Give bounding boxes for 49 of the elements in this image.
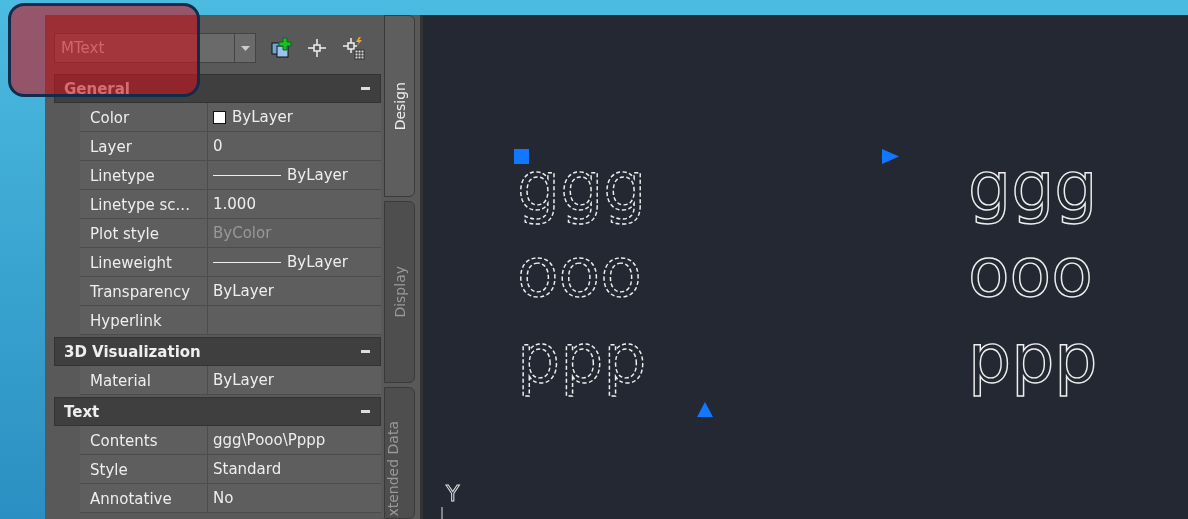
color-swatch-icon bbox=[213, 111, 226, 124]
quick-select-icon[interactable] bbox=[342, 36, 366, 60]
property-value[interactable]: ByLayer bbox=[208, 366, 381, 394]
section-title: Text bbox=[64, 402, 100, 421]
crosshair-icon[interactable] bbox=[306, 37, 328, 59]
property-label: Layer bbox=[80, 132, 208, 160]
property-label: Material bbox=[80, 366, 208, 394]
side-tab[interactable]: Display bbox=[384, 201, 415, 383]
side-tab[interactable]: xtended Data bbox=[384, 387, 415, 519]
grip-triangle-icon[interactable] bbox=[882, 149, 899, 164]
caret-icon bbox=[240, 45, 250, 51]
property-label: Plot style bbox=[80, 219, 208, 247]
section-header[interactable]: Text bbox=[54, 397, 381, 426]
mtext-line[interactable]: ppp bbox=[968, 319, 1098, 398]
mtext-line[interactable]: ooo bbox=[968, 233, 1093, 312]
property-label: Color bbox=[80, 103, 208, 131]
property-value[interactable]: No bbox=[208, 484, 381, 512]
ucs-axis-label: Y bbox=[446, 481, 460, 506]
property-value[interactable]: 1.000 bbox=[208, 190, 381, 218]
property-label: Annotative bbox=[80, 484, 208, 512]
add-selection-icon[interactable] bbox=[270, 37, 292, 59]
property-value[interactable]: ByLayer bbox=[208, 161, 381, 189]
property-label: Linetype bbox=[80, 161, 208, 189]
drawing-canvas[interactable]: ggg ooo ppp ggg ooo ppp Y bbox=[423, 15, 1188, 519]
property-value[interactable]: Standard bbox=[208, 455, 381, 483]
property-label: Lineweight bbox=[80, 248, 208, 276]
section-header[interactable]: 3D Visualization bbox=[54, 337, 381, 366]
mtext-line[interactable]: ggg bbox=[517, 147, 647, 226]
mtext-line[interactable]: ppp bbox=[517, 319, 647, 398]
property-label: Linetype sc... bbox=[80, 190, 208, 218]
side-tab[interactable]: Design bbox=[384, 15, 415, 197]
ucs-axis-line bbox=[441, 506, 443, 519]
property-label: Hyperlink bbox=[80, 306, 208, 334]
property-value[interactable]: ByLayer bbox=[208, 248, 381, 276]
property-value[interactable]: ggg\Pooo\Pppp bbox=[208, 426, 381, 454]
mtext-line[interactable]: ggg bbox=[968, 147, 1098, 226]
grip-square-icon[interactable] bbox=[514, 149, 529, 164]
property-value[interactable]: 0 bbox=[208, 132, 381, 160]
mtext-line[interactable]: ooo bbox=[517, 233, 642, 312]
property-value[interactable]: ByLayer bbox=[208, 103, 381, 131]
property-value[interactable]: ByLayer bbox=[208, 277, 381, 305]
section-title: General bbox=[64, 79, 130, 98]
grip-triangle-icon[interactable] bbox=[697, 402, 713, 417]
property-label: Style bbox=[80, 455, 208, 483]
property-label: Transparency bbox=[80, 277, 208, 305]
property-label: Contents bbox=[80, 426, 208, 454]
line-preview-icon bbox=[213, 175, 281, 176]
line-preview-icon bbox=[213, 262, 281, 263]
section-title: 3D Visualization bbox=[64, 342, 201, 361]
